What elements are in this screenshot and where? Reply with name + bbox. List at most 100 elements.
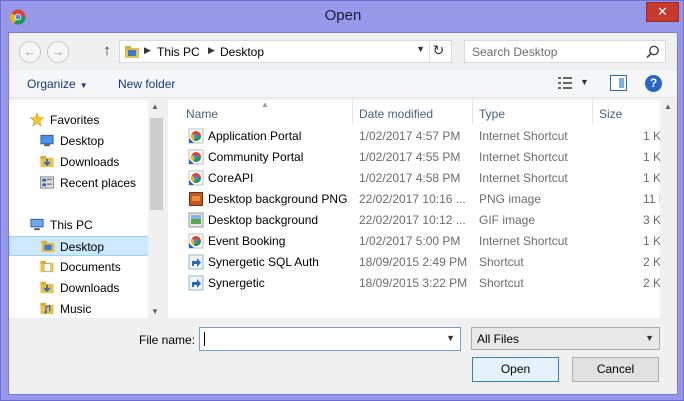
search-input[interactable]: Search Desktop	[472, 45, 557, 59]
documents-icon	[40, 260, 54, 273]
file-name: Application Portal	[208, 129, 302, 143]
file-name: CoreAPI	[208, 171, 254, 185]
table-row[interactable]: Application Portal 1/02/2017 4:57 PM Inter…	[168, 125, 677, 146]
sort-ascending-icon: ▲	[261, 100, 269, 109]
desktop-folder-icon	[41, 240, 55, 253]
scroll-up-icon[interactable]: ▲	[664, 102, 672, 111]
file-name: Event Booking	[208, 234, 286, 248]
file-name: Synergetic	[208, 276, 265, 290]
nav-item-this-pc[interactable]: This PC	[9, 215, 150, 235]
internet-shortcut-icon	[188, 128, 204, 144]
forward-button[interactable]: →	[47, 41, 69, 63]
file-date: 18/09/2015 3:22 PM	[359, 276, 468, 290]
computer-icon	[30, 218, 44, 231]
file-date: 18/09/2015 2:49 PM	[359, 255, 468, 269]
back-button[interactable]: ←	[19, 41, 41, 63]
chevron-down-icon[interactable]: ▼	[580, 77, 589, 87]
gif-image-icon	[188, 212, 204, 228]
nav-item-downloads[interactable]: Downloads	[9, 152, 150, 172]
internet-shortcut-icon	[188, 170, 204, 186]
shortcut-icon	[188, 254, 204, 270]
nav-item-label: This PC	[50, 218, 93, 232]
table-row[interactable]: Desktop background PNG 22/02/2017 10:16 .…	[168, 188, 677, 209]
nav-item-label: Music	[60, 302, 92, 316]
chevron-down-icon[interactable]: ▼	[446, 333, 455, 343]
file-type: Internet Shortcut	[479, 150, 568, 164]
chevron-down-icon: ▼	[645, 333, 654, 343]
nav-item-recent-places[interactable]: Recent places	[9, 173, 150, 193]
file-type-value: All Files	[477, 332, 520, 346]
scroll-down-icon[interactable]: ▼	[151, 307, 159, 316]
address-bar[interactable]: ▶ This PC ▶ Desktop ▼ ↻	[119, 40, 452, 63]
table-row[interactable]: Synergetic 18/09/2015 3:22 PM Shortcut 2 KB	[168, 272, 677, 293]
file-type: PNG image	[479, 192, 542, 206]
breadcrumb-desktop[interactable]: Desktop	[220, 45, 264, 59]
nav-item-downloads-pc[interactable]: Downloads	[9, 278, 150, 298]
view-details-icon[interactable]	[557, 76, 573, 90]
breadcrumb-this-pc[interactable]: This PC	[157, 45, 200, 59]
nav-item-label: Downloads	[60, 155, 120, 169]
png-image-icon	[189, 192, 203, 206]
scrollbar-thumb[interactable]	[150, 118, 163, 210]
preview-pane-icon[interactable]	[610, 75, 627, 91]
music-icon	[40, 302, 54, 315]
table-row[interactable]: Desktop background 22/02/2017 10:12 ... GI…	[168, 209, 677, 230]
file-type: Internet Shortcut	[479, 171, 568, 185]
file-date: 22/02/2017 10:12 ...	[359, 213, 466, 227]
breadcrumb-separator-icon: ▶	[208, 45, 215, 55]
nav-item-label: Desktop	[60, 134, 105, 148]
table-row[interactable]: CoreAPI 1/02/2017 4:58 PM Internet Shortcu…	[168, 167, 677, 188]
file-name: Community Portal	[208, 150, 304, 164]
internet-shortcut-icon	[188, 149, 204, 165]
toolbar: Organize ▼ New folder ▼ ?	[9, 70, 677, 98]
close-button[interactable]: ✕	[646, 2, 679, 22]
nav-item-label: Downloads	[60, 281, 120, 295]
nav-item-desktop-selected[interactable]: Desktop	[9, 236, 150, 256]
filelist-scrollbar[interactable]: ▲ ▼	[660, 100, 677, 318]
recent-places-icon	[39, 176, 55, 189]
cancel-button[interactable]: Cancel	[572, 357, 659, 382]
file-list: Name ▲ Date modified Type Size Applicati…	[168, 100, 677, 318]
organize-button[interactable]: Organize ▼	[27, 77, 88, 91]
nav-item-documents[interactable]: Documents	[9, 257, 150, 277]
shortcut-icon	[188, 275, 204, 291]
nav-item-favorites[interactable]: Favorites	[9, 110, 150, 130]
chevron-down-icon[interactable]: ▼	[416, 44, 425, 54]
nav-item-music[interactable]: Music	[9, 299, 150, 319]
search-box[interactable]: Search Desktop	[464, 40, 666, 63]
file-name: Desktop background	[208, 213, 319, 227]
nav-item-label: Documents	[60, 260, 121, 274]
breadcrumb-separator-icon: ▶	[144, 45, 151, 55]
dialog-body: ← → ↑ ▶ This PC ▶ Desktop ▼ ↻ Search Des…	[8, 32, 678, 395]
column-header-size[interactable]: Size	[593, 100, 663, 124]
navigation-pane: Favorites Desktop Downloads Recent place…	[9, 100, 165, 318]
navpane-scrollbar[interactable]: ▲ ▼	[148, 100, 165, 318]
file-name-input[interactable]: ▼	[199, 327, 461, 351]
column-header-type[interactable]: Type	[473, 100, 593, 124]
file-type: Internet Shortcut	[479, 234, 568, 248]
open-button[interactable]: Open	[472, 357, 559, 382]
up-button[interactable]: ↑	[99, 42, 115, 62]
nav-item-label: Favorites	[50, 113, 100, 127]
refresh-icon[interactable]: ↻	[429, 42, 447, 62]
internet-shortcut-icon	[188, 233, 204, 249]
file-name: Desktop background PNG	[208, 192, 348, 206]
new-folder-button[interactable]: New folder	[118, 77, 175, 91]
file-date: 22/02/2017 10:16 ...	[359, 192, 466, 206]
search-icon[interactable]	[645, 44, 661, 60]
nav-item-desktop[interactable]: Desktop	[9, 131, 150, 151]
table-row[interactable]: Community Portal 1/02/2017 4:55 PM Interne…	[168, 146, 677, 167]
window-title: Open	[324, 7, 362, 24]
file-date: 1/02/2017 4:58 PM	[359, 171, 461, 185]
column-header-date[interactable]: Date modified	[353, 100, 473, 124]
file-type: GIF image	[479, 213, 536, 227]
table-row[interactable]: Event Booking 1/02/2017 5:00 PM Internet S…	[168, 230, 677, 251]
file-name: Synergetic SQL Auth	[208, 255, 319, 269]
table-row[interactable]: Synergetic SQL Auth 18/09/2015 2:49 PM Sho…	[168, 251, 677, 272]
help-icon[interactable]: ?	[645, 75, 662, 92]
chevron-down-icon: ▼	[79, 81, 88, 90]
nav-item-label: Desktop	[60, 240, 105, 254]
scroll-up-icon[interactable]: ▲	[151, 102, 159, 111]
file-type-select[interactable]: All Files ▼	[471, 327, 660, 350]
file-type: Shortcut	[479, 255, 524, 269]
